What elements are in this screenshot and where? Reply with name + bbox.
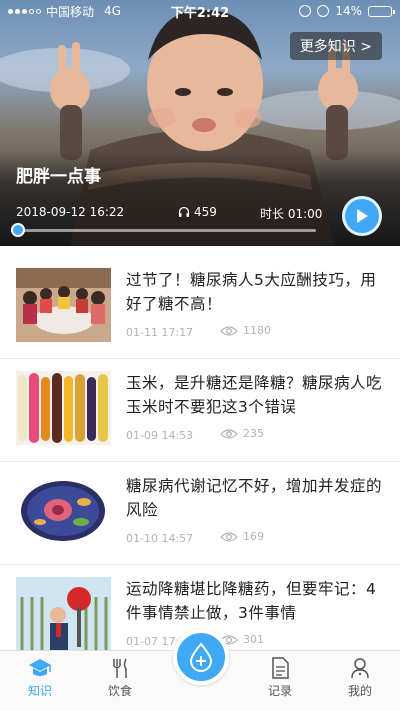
article-views: 1180 <box>220 324 271 337</box>
status-bar: 中国移动 4G 下午2:42 14% <box>0 0 400 22</box>
listen-count-value: 459 <box>194 205 217 219</box>
article-item[interactable]: 过节了！糖尿病人5大应酬技巧，用好了糖不高！ 01-11 17:17 1180 <box>0 256 400 359</box>
tab-records[interactable]: 记录 <box>250 657 310 699</box>
article-view-count: 235 <box>243 427 264 440</box>
article-date: 01-11 17:17 <box>126 326 194 339</box>
article-date: 01-09 14:53 <box>126 429 194 442</box>
hero-banner[interactable]: 中国移动 4G 下午2:42 14% 更多知识 > 肥胖一点事 2018-09-… <box>0 0 400 246</box>
eye-icon <box>220 325 238 336</box>
tab-label: 饮食 <box>107 684 132 698</box>
audio-progress-knob[interactable] <box>11 223 25 237</box>
article-view-count: 1180 <box>243 324 271 337</box>
person-icon <box>351 658 369 679</box>
orientation-lock-icon <box>299 5 312 17</box>
document-icon <box>272 657 289 679</box>
listen-count: 459 <box>178 205 217 219</box>
tab-bar: 知识 饮食 记录 我的 <box>0 629 400 711</box>
tab-label: 记录 <box>267 684 292 698</box>
tab-knowledge[interactable]: 知识 <box>10 657 70 699</box>
tab-profile[interactable]: 我的 <box>330 657 390 699</box>
eye-icon <box>220 428 238 439</box>
hero-duration: 时长 01:00 <box>260 207 323 221</box>
alarm-icon <box>317 5 330 17</box>
eye-icon <box>220 531 238 542</box>
audio-progress-track[interactable] <box>16 229 316 232</box>
article-thumbnail-cell <box>16 474 111 548</box>
tab-add-record[interactable] <box>173 629 229 685</box>
headphones-icon <box>178 206 190 217</box>
tab-label: 知识 <box>27 684 52 698</box>
article-list: 过节了！糖尿病人5大应酬技巧，用好了糖不高！ 01-11 17:17 1180 … <box>0 256 400 668</box>
tab-diet[interactable]: 饮食 <box>90 657 150 699</box>
article-title: 玉米，是升糖还是降糖？糖尿病人吃玉米时不要犯这3个错误 <box>126 374 383 416</box>
graduation-cap-icon <box>29 659 51 676</box>
article-view-count: 169 <box>243 530 264 543</box>
article-views: 169 <box>220 530 264 543</box>
article-item[interactable]: 玉米，是升糖还是降糖？糖尿病人吃玉米时不要犯这3个错误 01-09 14:53 … <box>0 359 400 462</box>
more-knowledge-label: 更多知识 > <box>299 39 372 55</box>
drop-plus-icon <box>189 642 213 672</box>
tab-label: 我的 <box>347 684 372 698</box>
article-title: 运动降糖堪比降糖药，但要牢记：4件事情禁止做，3件事情 <box>126 580 377 622</box>
battery-icon <box>368 5 395 17</box>
article-thumbnail-corn <box>16 371 111 445</box>
article-views: 301 <box>220 633 264 646</box>
article-thumbnail-dinner <box>16 268 111 342</box>
fork-knife-icon <box>113 658 127 678</box>
hero-date: 2018-09-12 16:22 <box>16 205 125 219</box>
play-icon <box>357 209 368 223</box>
article-title: 糖尿病代谢记忆不好，增加并发症的风险 <box>126 477 383 519</box>
battery-percent: 14% <box>335 4 362 18</box>
article-title: 过节了！糖尿病人5大应酬技巧，用好了糖不高！ <box>126 271 377 313</box>
hero-title: 肥胖一点事 <box>16 167 101 187</box>
article-views: 235 <box>220 427 264 440</box>
article-item[interactable]: 糖尿病代谢记忆不好，增加并发症的风险 01-10 14:57 169 <box>0 462 400 565</box>
article-thumbnail-stop <box>16 577 111 651</box>
article-view-count: 301 <box>243 633 264 646</box>
play-button[interactable] <box>342 196 382 236</box>
article-date: 01-10 14:57 <box>126 532 194 545</box>
more-knowledge-button[interactable]: 更多知识 > <box>289 32 382 60</box>
